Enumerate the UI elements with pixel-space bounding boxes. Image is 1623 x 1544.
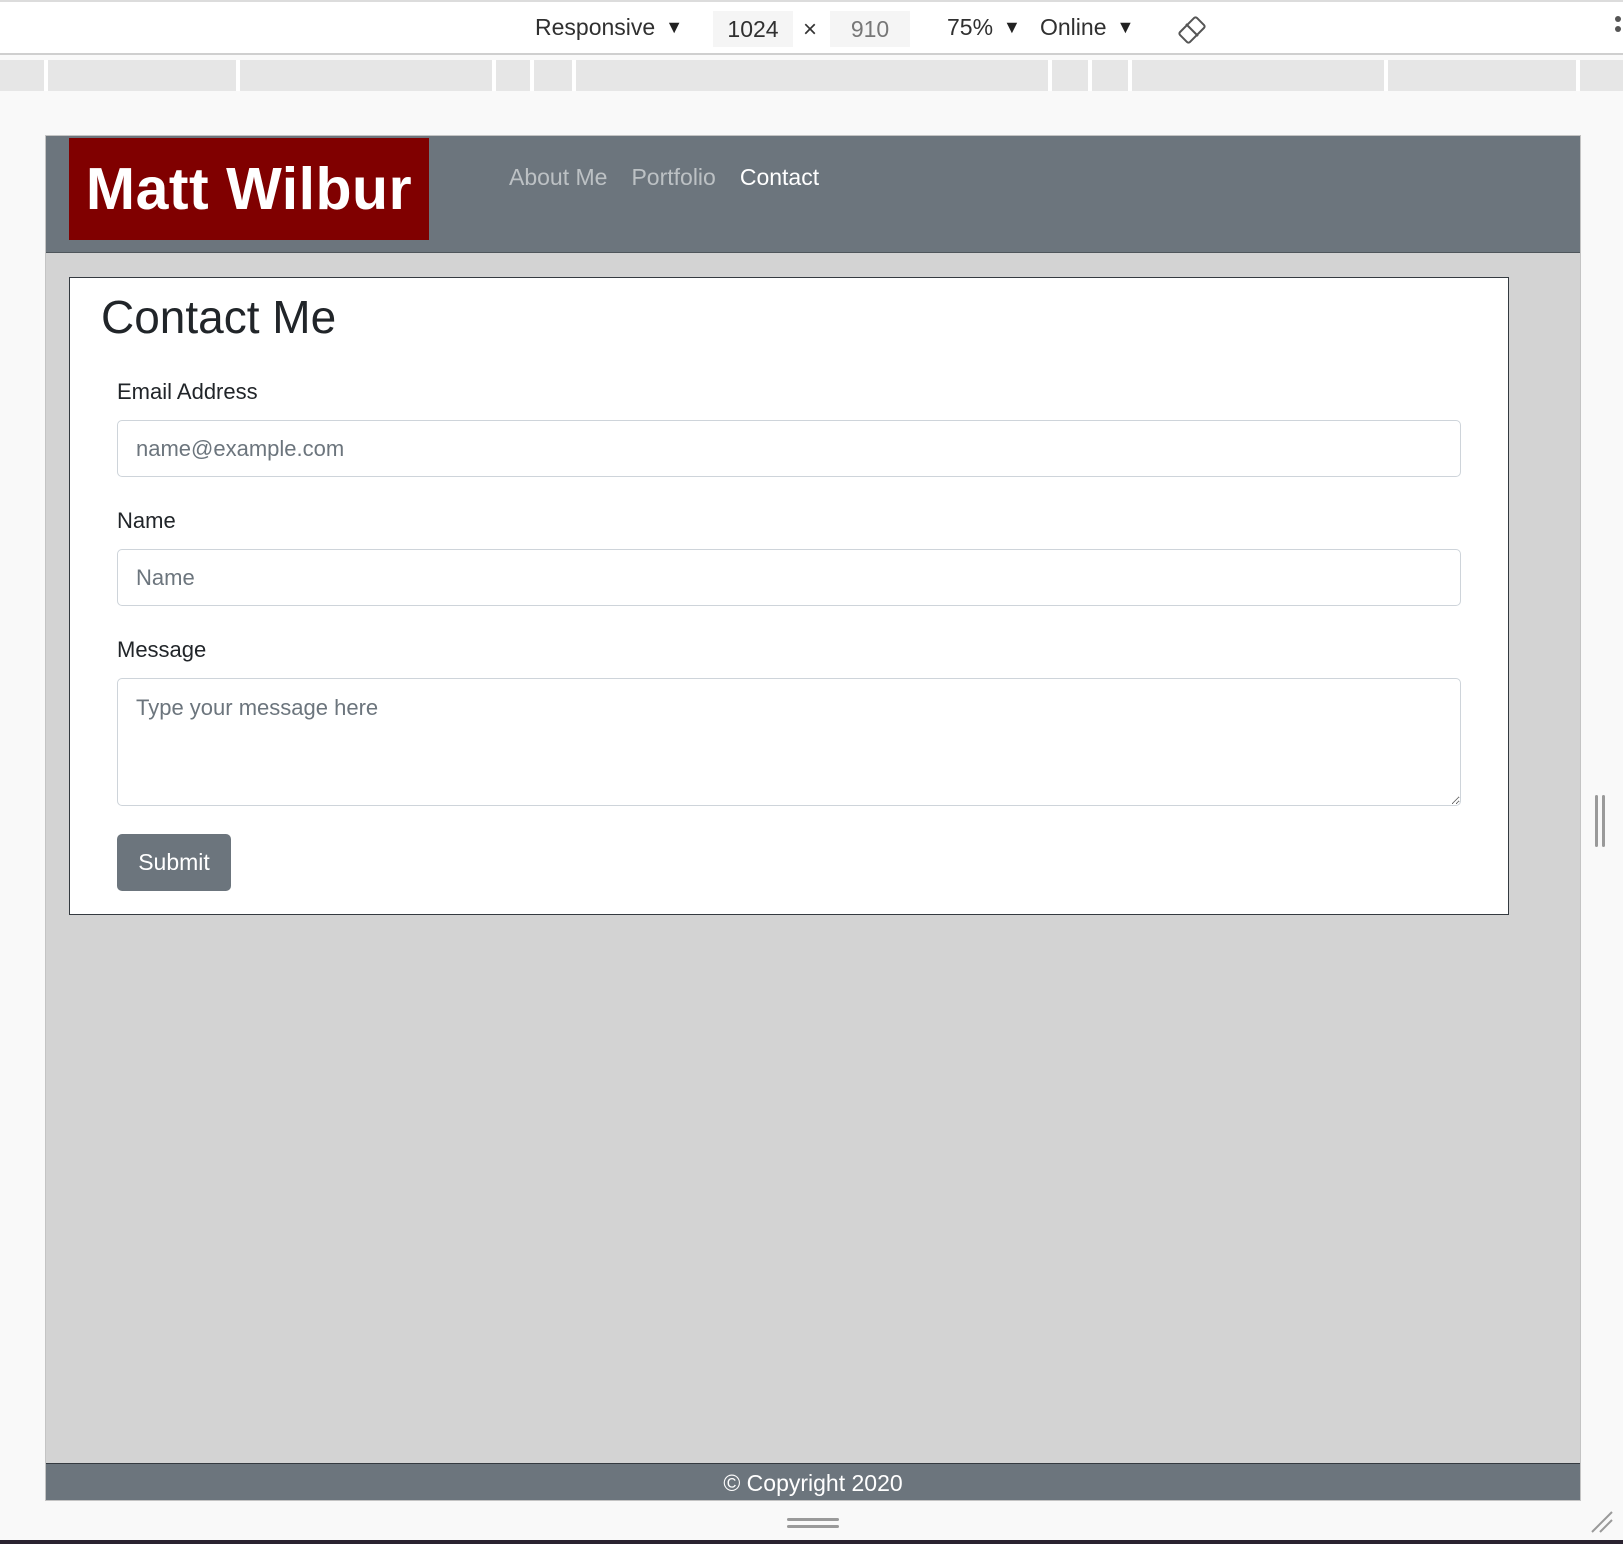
chevron-down-icon: ▼ xyxy=(1003,17,1021,37)
page-title: Contact Me xyxy=(101,291,337,343)
device-mode-select[interactable]: Responsive ▼ xyxy=(535,14,683,41)
devtools-device-toolbar: Responsive ▼ 1024 × 910 75% ▼ Online ▼ xyxy=(0,0,1623,55)
more-options-icon[interactable] xyxy=(1615,16,1623,44)
ruler-segment[interactable] xyxy=(576,60,1048,91)
network-throttle-select[interactable]: Online ▼ xyxy=(1040,14,1134,41)
network-label: Online xyxy=(1040,14,1107,40)
email-field[interactable] xyxy=(117,420,1461,477)
ruler-segment[interactable] xyxy=(534,60,572,91)
name-field[interactable] xyxy=(117,549,1461,606)
viewport-width-input[interactable]: 1024 xyxy=(713,11,793,47)
site-header: Matt Wilbur About Me Portfolio Contact xyxy=(46,136,1580,253)
name-label: Name xyxy=(117,508,176,533)
site-brand[interactable]: Matt Wilbur xyxy=(69,138,429,240)
message-label: Message xyxy=(117,637,207,662)
rotate-icon[interactable] xyxy=(1177,15,1207,45)
zoom-label: 75% xyxy=(947,14,994,40)
ruler-segment[interactable] xyxy=(0,60,44,91)
ruler-segment[interactable] xyxy=(1092,60,1128,91)
submit-button[interactable]: Submit xyxy=(117,834,231,891)
ruler-segment[interactable] xyxy=(48,60,236,91)
media-query-ruler xyxy=(0,60,1623,91)
nav-about-me[interactable]: About Me xyxy=(509,164,607,191)
device-mode-label: Responsive xyxy=(535,14,656,40)
chevron-down-icon: ▼ xyxy=(665,17,684,37)
window-bottom-edge xyxy=(0,1540,1623,1544)
main-nav: About Me Portfolio Contact xyxy=(509,164,819,191)
email-label: Email Address xyxy=(117,379,258,404)
copyright-text: © Copyright 2020 xyxy=(723,1469,903,1496)
nav-contact[interactable]: Contact xyxy=(740,164,819,191)
ruler-segment[interactable] xyxy=(1132,60,1384,91)
viewport-bottom-resize-handle[interactable] xyxy=(787,1518,839,1530)
emulated-viewport: Matt Wilbur About Me Portfolio Contact C… xyxy=(45,135,1581,1501)
chevron-down-icon: ▼ xyxy=(1116,17,1135,37)
message-field[interactable] xyxy=(117,678,1461,806)
nav-portfolio[interactable]: Portfolio xyxy=(631,164,715,191)
ruler-segment[interactable] xyxy=(1580,60,1623,91)
contact-card: Contact Me Email Address Name Message Su… xyxy=(69,277,1509,915)
ruler-segment[interactable] xyxy=(496,60,530,91)
viewport-side-resize-handle[interactable] xyxy=(1595,795,1607,847)
viewport-height-input[interactable]: 910 xyxy=(830,11,910,47)
ruler-segment[interactable] xyxy=(240,60,492,91)
dimension-separator: × xyxy=(803,16,818,43)
ruler-segment[interactable] xyxy=(1052,60,1088,91)
zoom-select[interactable]: 75% ▼ xyxy=(947,14,1021,41)
corner-resize-icon[interactable] xyxy=(1588,1508,1614,1534)
site-footer: © Copyright 2020 xyxy=(46,1463,1580,1500)
ruler-segment[interactable] xyxy=(1388,60,1576,91)
